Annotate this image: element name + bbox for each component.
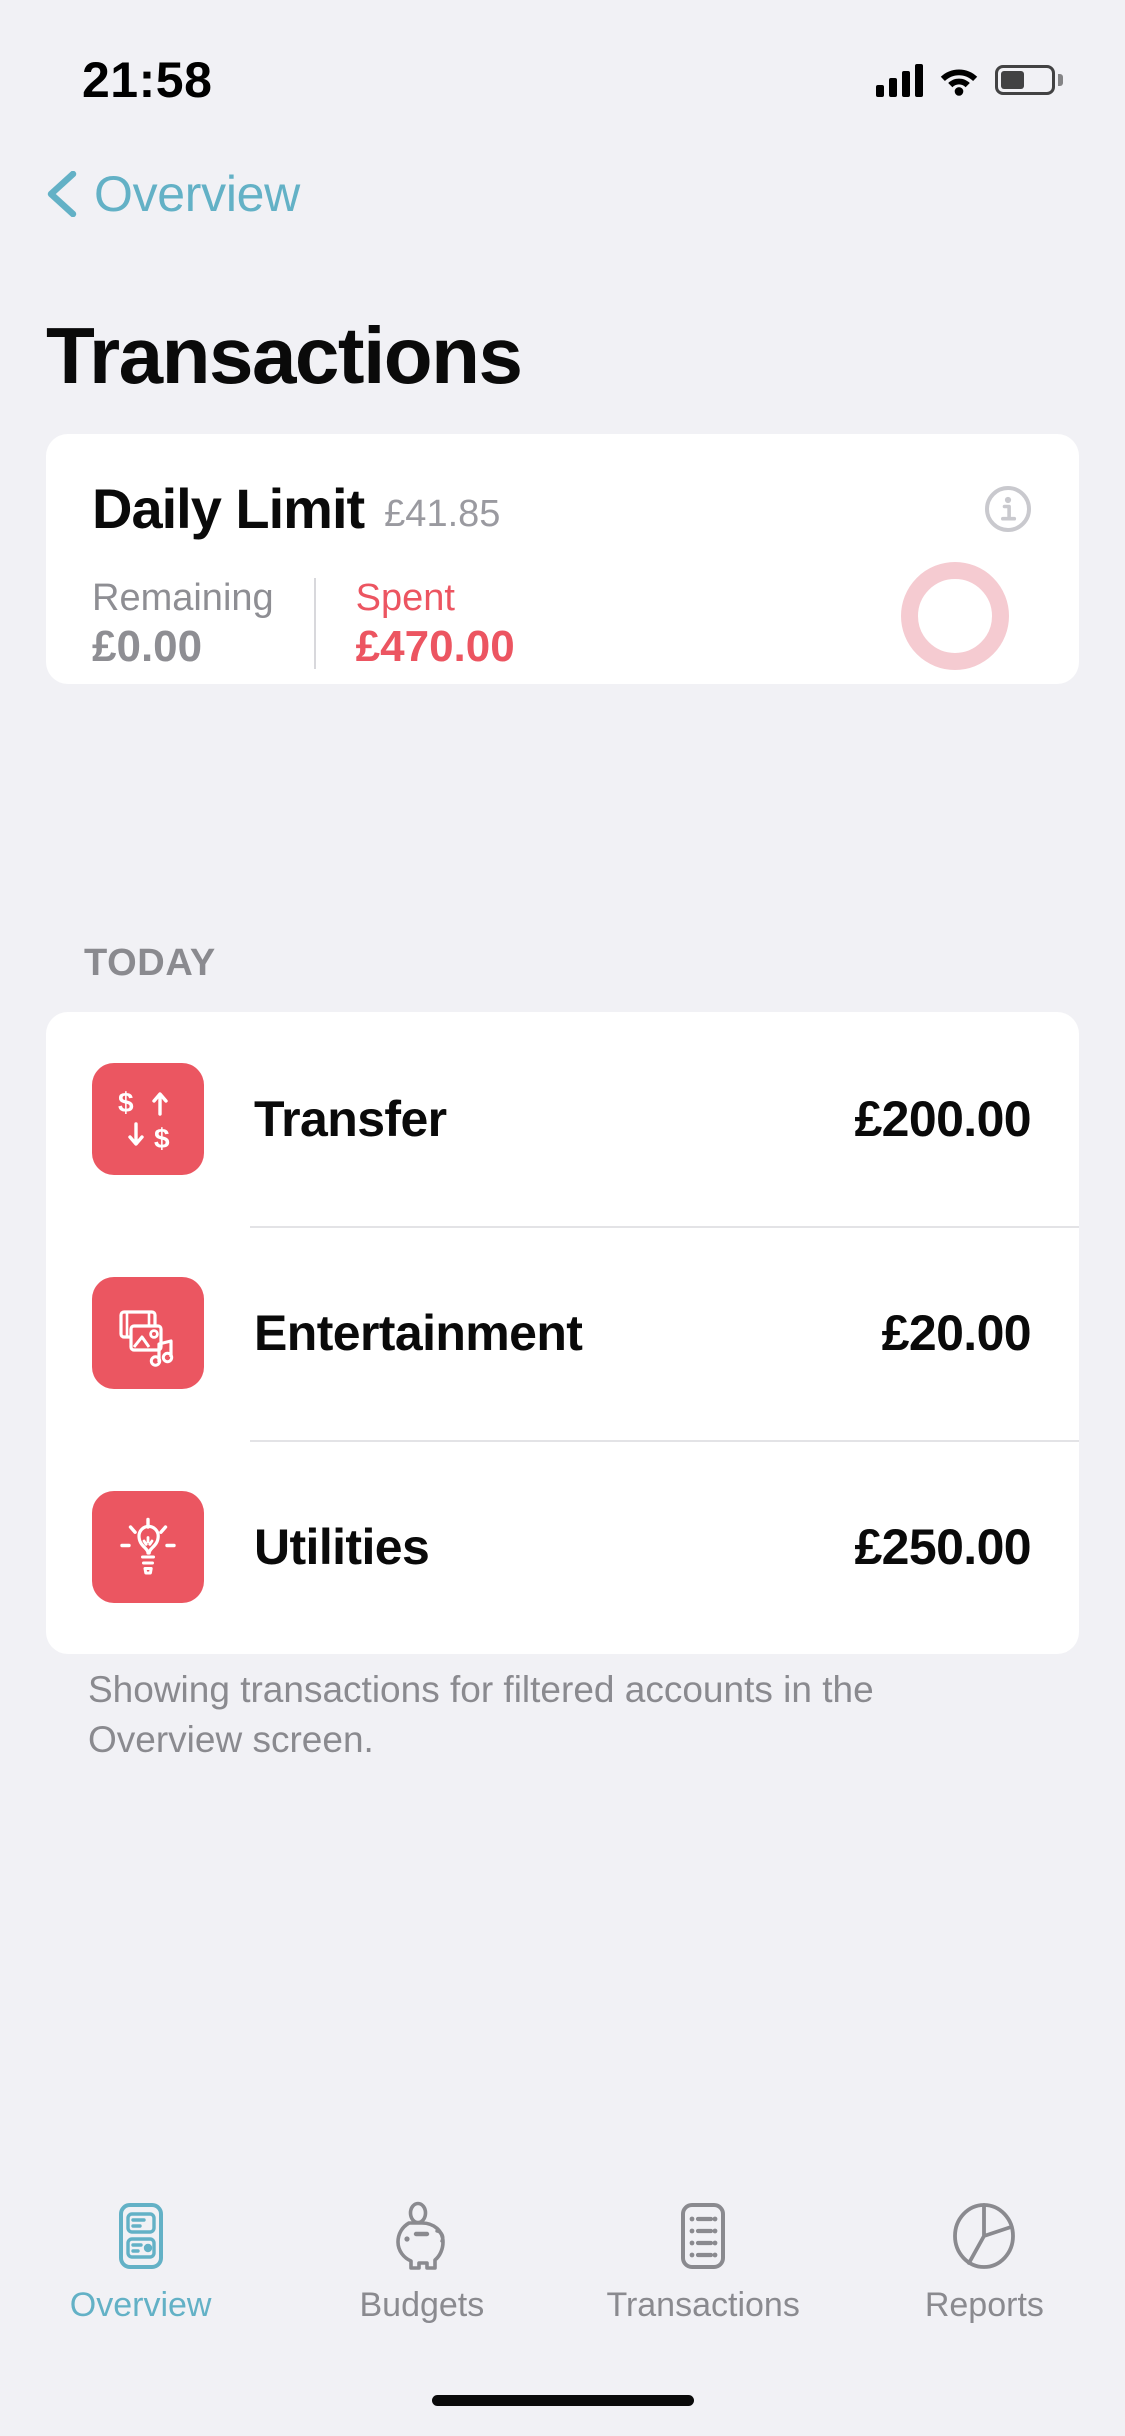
home-indicator[interactable] <box>431 2395 694 2406</box>
list-footnote: Showing transactions for filtered accoun… <box>88 1669 874 1760</box>
daily-limit-amount: £41.85 <box>384 493 501 535</box>
tab-overview[interactable]: Overview <box>0 2198 281 2325</box>
utilities-icon <box>92 1491 204 1603</box>
spent-label: Spent <box>355 577 455 619</box>
transaction-amount: £200.00 <box>854 1091 1031 1147</box>
transactions-list-icon <box>665 2198 741 2274</box>
remaining-label: Remaining <box>92 577 274 619</box>
transfer-icon: $ $ <box>92 1063 204 1175</box>
spent-value: £470.00 <box>355 621 515 671</box>
back-button-label: Overview <box>94 166 300 222</box>
transaction-amount: £20.00 <box>881 1305 1032 1361</box>
tab-transactions[interactable]: Transactions <box>563 2198 844 2325</box>
tab-label: Reports <box>924 2286 1044 2324</box>
tab-reports[interactable]: Reports <box>844 2198 1125 2325</box>
table-row[interactable]: Utilities £250.00 <box>46 1440 1079 1654</box>
daily-limit-progress-ring <box>901 562 1009 670</box>
overview-icon <box>103 2198 179 2274</box>
cellular-signal-icon <box>876 63 923 97</box>
svg-text:$: $ <box>118 1087 134 1118</box>
tab-label: Budgets <box>359 2286 485 2324</box>
stat-remaining: Remaining £0.00 <box>92 576 274 673</box>
status-bar-time: 21:58 <box>82 52 213 108</box>
transactions-list: $ $ Transfer £200.00 Entertainment £20.0… <box>46 1012 1079 1654</box>
pie-chart-icon <box>946 2198 1022 2274</box>
transaction-amount: £250.00 <box>854 1519 1031 1575</box>
wifi-icon <box>940 69 978 96</box>
table-row[interactable]: Entertainment £20.00 <box>46 1226 1079 1440</box>
status-bar-indicators <box>876 63 1063 97</box>
chevron-left-icon <box>47 171 77 217</box>
transaction-name: Transfer <box>254 1091 447 1147</box>
entertainment-icon <box>92 1277 204 1389</box>
daily-limit-title: Daily Limit <box>92 477 365 540</box>
status-bar: 21:58 <box>0 0 1125 132</box>
info-circle-icon[interactable] <box>983 484 1033 534</box>
back-button[interactable]: Overview <box>28 155 316 233</box>
transaction-name: Entertainment <box>254 1305 583 1361</box>
transaction-name: Utilities <box>254 1519 430 1575</box>
daily-limit-header: Daily Limit £41.85 <box>92 476 1033 541</box>
svg-text:$: $ <box>154 1123 170 1154</box>
page-title: Transactions <box>46 311 523 400</box>
table-row[interactable]: $ $ Transfer £200.00 <box>46 1012 1079 1226</box>
app-screen: 21:58 Overview Transactions Daily Limit … <box>0 0 1125 2436</box>
daily-limit-card[interactable]: Daily Limit £41.85 Remaining £0.00 Spent… <box>46 434 1079 684</box>
stat-spent: Spent £470.00 <box>356 576 515 673</box>
section-header-today: TODAY <box>84 942 216 984</box>
stats-divider <box>313 578 316 669</box>
tab-label: Overview <box>69 2286 212 2324</box>
tab-budgets[interactable]: Budgets <box>281 2198 562 2325</box>
piggy-bank-icon <box>384 2198 460 2274</box>
tab-label: Transactions <box>606 2286 800 2324</box>
battery-icon <box>995 65 1063 95</box>
daily-limit-stats: Remaining £0.00 Spent £470.00 <box>92 576 515 673</box>
remaining-value: £0.00 <box>92 621 203 671</box>
